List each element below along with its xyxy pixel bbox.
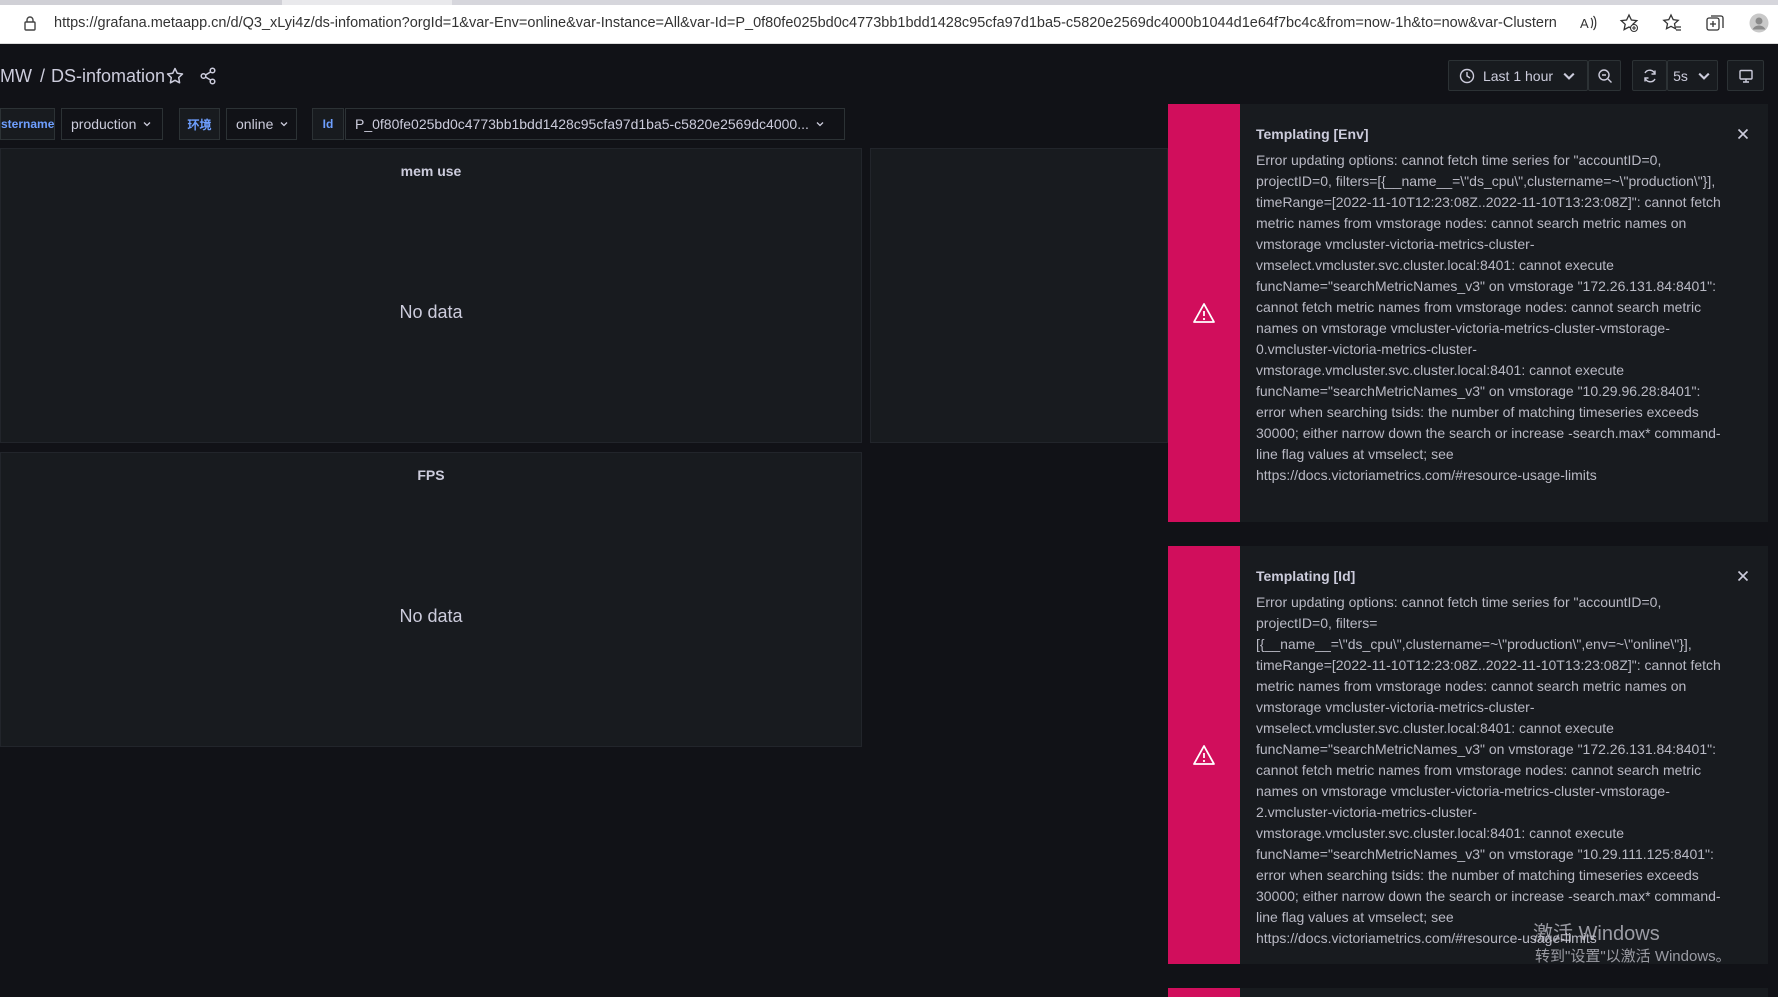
chevron-down-icon <box>143 122 151 127</box>
chevron-down-icon <box>280 122 288 127</box>
alert-title: Templating [Env] <box>1256 126 1369 142</box>
profile-icon[interactable] <box>1749 13 1769 33</box>
monitor-icon <box>1738 69 1753 83</box>
alert-stripe <box>1168 104 1240 522</box>
clock-icon <box>1459 68 1475 83</box>
browser-tab-strip <box>0 0 1778 5</box>
alert-message: Error updating options: cannot fetch tim… <box>1256 594 1721 946</box>
read-aloud-icon[interactable]: A <box>1578 13 1598 33</box>
favorites-icon[interactable] <box>1662 13 1682 33</box>
close-icon[interactable] <box>1735 568 1751 584</box>
zoom-out-icon <box>1597 68 1612 83</box>
chevron-down-icon <box>816 122 824 127</box>
variable-select-clustername[interactable]: production <box>61 108 163 140</box>
alert-partial <box>1168 988 1768 997</box>
star-icon[interactable] <box>165 66 185 86</box>
alert-stripe <box>1168 546 1240 964</box>
chevron-down-icon <box>1698 72 1710 80</box>
share-icon[interactable] <box>198 66 218 86</box>
variable-value: online <box>236 116 274 132</box>
alert-title: Templating [Id] <box>1256 568 1356 584</box>
dashboard-title[interactable]: DS-infomation <box>51 66 165 86</box>
lock-icon[interactable] <box>22 15 38 31</box>
panel-title[interactable]: mem use <box>1 163 861 179</box>
breadcrumb-separator: / <box>39 66 45 86</box>
alert-stripe <box>1168 988 1240 997</box>
folder-link[interactable]: MW <box>0 66 32 86</box>
warning-icon <box>1193 303 1215 323</box>
alert-message: Error updating options: cannot fetch tim… <box>1256 152 1721 483</box>
panel-fps[interactable]: FPS No data <box>0 452 862 747</box>
browser-tab[interactable] <box>452 0 1778 5</box>
panel-title[interactable]: FPS <box>1 467 861 483</box>
windows-activation-hint: 转到"设置"以激活 Windows。 <box>1535 948 1731 965</box>
close-icon[interactable] <box>1735 126 1751 142</box>
tv-mode-button[interactable] <box>1727 60 1764 91</box>
time-range-label: Last 1 hour <box>1482 67 1554 84</box>
time-picker-button[interactable]: Last 1 hour <box>1448 60 1588 91</box>
panel-empty[interactable] <box>870 148 1168 443</box>
chevron-down-icon <box>1563 72 1575 80</box>
browser-tab[interactable] <box>0 0 282 5</box>
panel-mem-use[interactable]: mem use No data <box>0 148 862 443</box>
variable-select-id[interactable]: P_0f80fe025bd0c4773bb1bdd1428c95cfa97d1b… <box>345 108 845 140</box>
panel-no-data: No data <box>399 606 463 626</box>
refresh-interval-picker[interactable]: 5s <box>1667 60 1718 91</box>
variable-value: P_0f80fe025bd0c4773bb1bdd1428c95cfa97d1b… <box>355 116 809 132</box>
alert-templating-id: Templating [Id] Error updating options: … <box>1168 546 1768 964</box>
browser-address-bar: https://grafana.metaapp.cn/d/Q3_xLyi4z/d… <box>0 0 1778 44</box>
variable-label-clustername: stername <box>0 108 55 140</box>
variable-value: production <box>71 116 137 132</box>
alert-templating-env: Templating [Env] Error updating options:… <box>1168 104 1768 522</box>
zoom-out-button[interactable] <box>1588 60 1621 91</box>
variable-label-id: Id <box>312 108 344 140</box>
refresh-interval-label: 5s <box>1673 67 1688 84</box>
dashboard-breadcrumb: MW / DS-infomation <box>0 64 165 88</box>
favorite-add-icon[interactable] <box>1619 13 1639 33</box>
refresh-icon <box>1643 69 1656 82</box>
variable-label-env: 环境 <box>179 108 220 140</box>
svg-text:A: A <box>1580 16 1589 31</box>
refresh-button[interactable] <box>1632 60 1667 91</box>
url-field[interactable]: https://grafana.metaapp.cn/d/Q3_xLyi4z/d… <box>54 14 1556 32</box>
variable-select-env[interactable]: online <box>226 108 297 140</box>
windows-activation-watermark: 激活 Windows <box>1533 923 1660 945</box>
collections-icon[interactable] <box>1705 13 1725 33</box>
warning-icon <box>1193 745 1215 765</box>
panel-no-data: No data <box>399 302 463 322</box>
